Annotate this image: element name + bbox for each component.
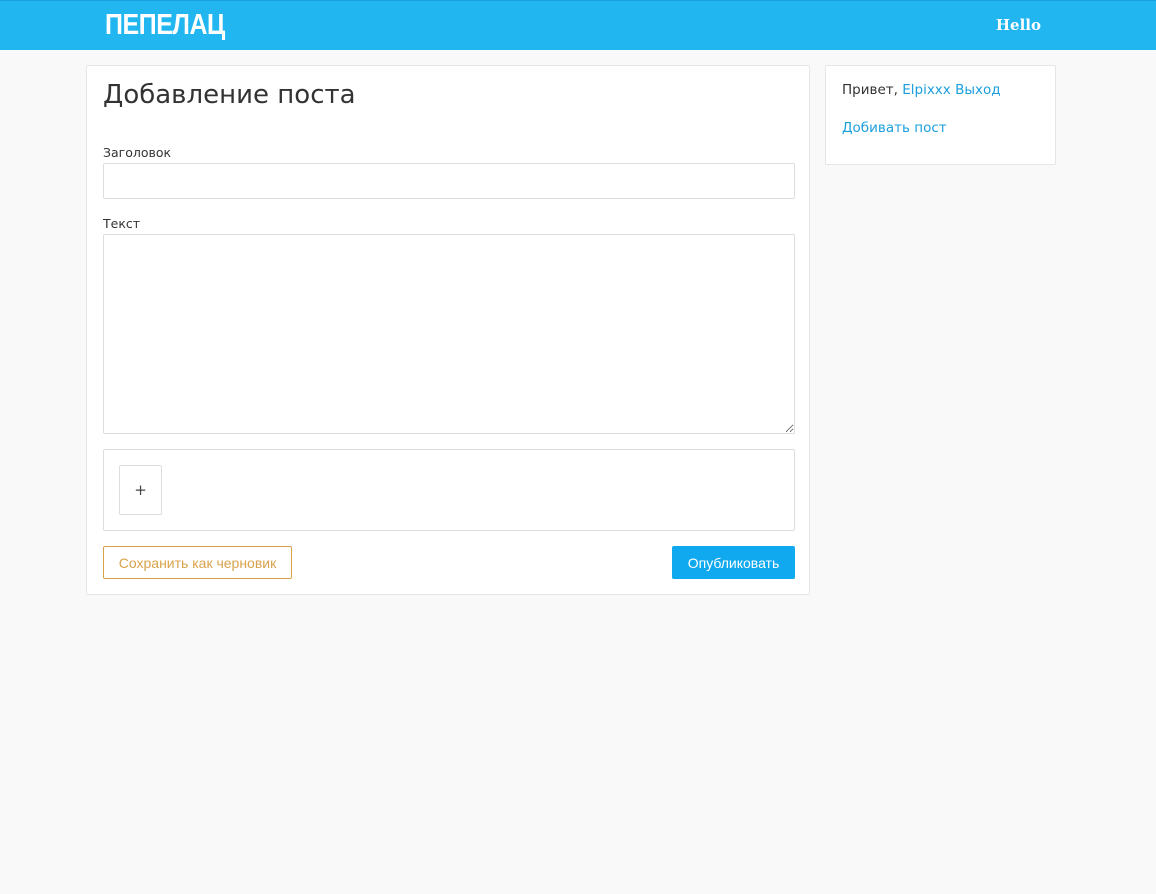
title-field-label: Заголовок xyxy=(103,145,172,160)
attachments-panel: + xyxy=(103,449,795,531)
post-title-input[interactable] xyxy=(103,163,795,199)
header-greeting: Hello xyxy=(995,16,1041,34)
add-post-link[interactable]: Добивать пост xyxy=(842,120,947,136)
greeting-prefix: Привет, xyxy=(842,82,898,98)
save-draft-button[interactable]: Сохранить как черновик xyxy=(103,546,292,579)
publish-button[interactable]: Опубликовать xyxy=(672,546,795,579)
page-title: Добавление поста xyxy=(103,80,356,110)
greeting-row: Привет, Elpixxx Выход xyxy=(842,82,1001,98)
text-field-label: Текст xyxy=(103,216,141,231)
post-text-area[interactable] xyxy=(103,234,795,434)
add-post-card: Добавление поста Заголовок Текст + Сохра… xyxy=(86,65,810,595)
add-attachment-button[interactable]: + xyxy=(119,465,162,515)
site-logo[interactable]: ПЕПЕЛАЦ xyxy=(105,9,225,42)
username-link[interactable]: Elpixxx xyxy=(902,82,951,98)
top-navbar: ПЕПЕЛАЦ Hello xyxy=(0,0,1156,50)
logout-link[interactable]: Выход xyxy=(955,82,1001,98)
user-sidebar-card: Привет, Elpixxx Выход Добивать пост xyxy=(825,65,1056,165)
